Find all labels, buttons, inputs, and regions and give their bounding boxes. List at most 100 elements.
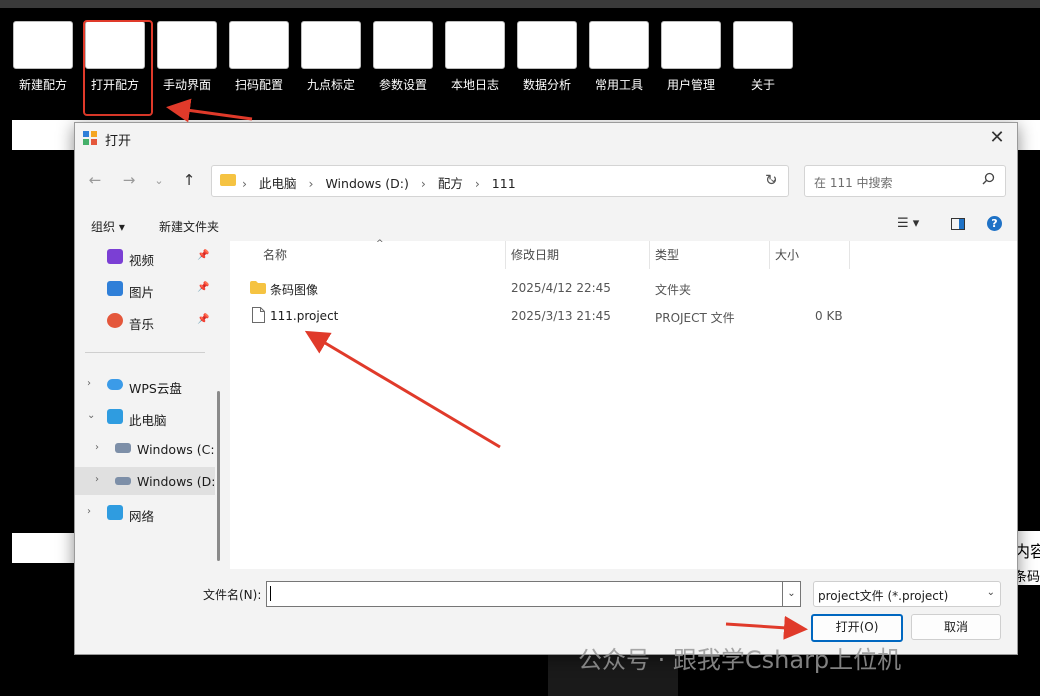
file-name: 条码图像 bbox=[270, 283, 319, 297]
command-bar: 组织 ▾ 新建文件夹 ☰ ▾ ? bbox=[75, 209, 1017, 239]
nav-item-label: 网络 bbox=[129, 509, 155, 524]
analysis-icon bbox=[517, 21, 577, 69]
new-recipe-button[interactable]: 新建配方 bbox=[13, 21, 73, 92]
file-row[interactable]: 条码图像 2025/4/12 22:45 文件夹 bbox=[230, 275, 1017, 301]
nav-item-pictures[interactable]: 图片 📌 bbox=[75, 275, 215, 303]
column-separator[interactable] bbox=[649, 241, 650, 269]
data-analysis-button[interactable]: 数据分析 bbox=[517, 21, 577, 92]
nav-item-videos[interactable]: 视频 📌 bbox=[75, 243, 215, 271]
filetype-select[interactable]: project文件 (*.project) ⌄ bbox=[813, 581, 1001, 607]
open-button[interactable]: 打开(O) bbox=[811, 614, 903, 642]
back-arrow-icon[interactable]: ← bbox=[85, 171, 105, 189]
file-type: 文件夹 bbox=[655, 283, 692, 297]
toolbar-item-label: 手动界面 bbox=[162, 78, 211, 92]
parameter-settings-button[interactable]: 参数设置 bbox=[373, 21, 433, 92]
organize-menu-button[interactable]: 组织 ▾ bbox=[91, 218, 125, 235]
expand-chevron-icon[interactable]: › bbox=[95, 442, 99, 453]
column-header-modified[interactable]: 修改日期 bbox=[511, 246, 559, 268]
user-management-button[interactable]: 用户管理 bbox=[661, 21, 721, 92]
navigation-row: ← → ⌄ ↑ › 此电脑 › Windows (D:) › 配方 › 111 … bbox=[75, 161, 1017, 201]
file-row[interactable]: 111.project 2025/3/13 21:45 PROJECT 文件 0… bbox=[230, 303, 1017, 329]
column-header-size[interactable]: 大小 bbox=[775, 246, 799, 268]
file-list: 名称 ^ 修改日期 类型 大小 条码图像 2025/4/12 22:45 文件夹… bbox=[230, 239, 1017, 569]
breadcrumb-separator: › bbox=[474, 176, 480, 191]
computer-icon bbox=[107, 409, 123, 424]
top-strip bbox=[0, 0, 1040, 8]
column-header-name[interactable]: 名称 bbox=[263, 246, 287, 268]
nav-item-label: 此电脑 bbox=[129, 413, 167, 428]
nav-item-drive-c[interactable]: › Windows (C: bbox=[75, 435, 215, 463]
expand-chevron-icon[interactable]: › bbox=[95, 474, 99, 485]
file-icon bbox=[252, 307, 265, 323]
view-options-icon[interactable]: ☰ ▾ bbox=[897, 216, 919, 231]
toolbar-item-label: 用户管理 bbox=[666, 78, 715, 92]
breadcrumb-item[interactable]: 配方 bbox=[438, 176, 463, 191]
column-separator[interactable] bbox=[849, 241, 850, 269]
filename-dropdown-icon[interactable]: ⌄ bbox=[782, 581, 801, 607]
address-bar[interactable]: › 此电脑 › Windows (D:) › 配方 › 111 ⌄ bbox=[211, 165, 789, 197]
nav-item-label: 视频 bbox=[129, 253, 155, 268]
music-icon bbox=[107, 313, 123, 328]
cancel-button[interactable]: 取消 bbox=[911, 614, 1001, 640]
refresh-icon[interactable]: ↻ bbox=[765, 171, 778, 189]
nav-item-drive-d[interactable]: › Windows (D:) bbox=[75, 467, 220, 495]
open-file-dialog: 打开 ✕ ← → ⌄ ↑ › 此电脑 › Windows (D:) › 配方 ›… bbox=[74, 122, 1018, 655]
column-separator[interactable] bbox=[505, 241, 506, 269]
column-separator[interactable] bbox=[769, 241, 770, 269]
recent-locations-chevron-icon[interactable]: ⌄ bbox=[149, 174, 169, 187]
search-box[interactable]: 在 111 中搜索 bbox=[804, 165, 1006, 197]
tools-icon bbox=[589, 21, 649, 69]
filetype-value: project文件 (*.project) bbox=[818, 589, 949, 603]
filename-label: 文件名(N): bbox=[203, 588, 262, 602]
help-icon[interactable]: ? bbox=[987, 216, 1002, 231]
file-size: 0 KB bbox=[815, 309, 843, 323]
scrollbar-thumb[interactable] bbox=[217, 391, 220, 561]
nav-item-this-pc[interactable]: ⌄ 此电脑 bbox=[75, 403, 215, 431]
nav-item-network[interactable]: › 网络 bbox=[75, 499, 215, 527]
log-icon bbox=[445, 21, 505, 69]
up-arrow-icon[interactable]: ↑ bbox=[179, 171, 199, 189]
network-icon bbox=[107, 505, 123, 520]
scan-config-button[interactable]: 扫码配置 bbox=[229, 21, 289, 92]
forward-arrow-icon[interactable]: → bbox=[119, 171, 139, 189]
breadcrumb-separator: › bbox=[420, 176, 426, 191]
column-header-type[interactable]: 类型 bbox=[655, 246, 679, 268]
pictures-icon bbox=[107, 281, 123, 296]
expand-chevron-icon[interactable]: › bbox=[87, 378, 91, 389]
nav-item-label: 音乐 bbox=[129, 317, 155, 332]
nav-item-music[interactable]: 音乐 📌 bbox=[75, 307, 215, 335]
folder-icon bbox=[250, 281, 266, 294]
filename-input[interactable] bbox=[266, 581, 798, 607]
toolbar-item-label: 九点标定 bbox=[306, 78, 355, 92]
nav-item-label: WPS云盘 bbox=[129, 381, 182, 396]
users-icon bbox=[661, 21, 721, 69]
local-log-button[interactable]: 本地日志 bbox=[445, 21, 505, 92]
video-icon bbox=[107, 249, 123, 264]
file-modified: 2025/3/13 21:45 bbox=[511, 309, 611, 323]
expand-chevron-icon[interactable]: › bbox=[87, 506, 91, 517]
close-icon[interactable]: ✕ bbox=[985, 128, 1009, 148]
drive-icon bbox=[115, 477, 131, 485]
nav-divider bbox=[85, 352, 205, 353]
collapse-chevron-icon[interactable]: ⌄ bbox=[87, 410, 95, 421]
background-lower-strip bbox=[12, 533, 74, 563]
watermark-text: 公众号 · 跟我学Csharp上位机 bbox=[578, 646, 902, 674]
manual-ui-button[interactable]: 手动界面 bbox=[157, 21, 217, 92]
pin-icon: 📌 bbox=[197, 250, 210, 261]
folder-icon bbox=[220, 174, 236, 186]
breadcrumb-item[interactable]: Windows (D:) bbox=[325, 176, 408, 191]
new-folder-button[interactable]: 新建文件夹 bbox=[159, 218, 219, 235]
toolbar-item-label: 数据分析 bbox=[522, 78, 571, 92]
search-icon bbox=[982, 172, 995, 185]
toolbar-item-label: 关于 bbox=[750, 78, 775, 92]
common-tools-button[interactable]: 常用工具 bbox=[589, 21, 649, 92]
preview-pane-icon[interactable] bbox=[951, 218, 965, 230]
nav-item-wps-cloud[interactable]: › WPS云盘 bbox=[75, 371, 215, 399]
about-button[interactable]: 关于 bbox=[733, 21, 793, 92]
file-modified: 2025/4/12 22:45 bbox=[511, 281, 611, 295]
toolbar-item-label: 本地日志 bbox=[450, 78, 499, 92]
nav-scrollbar[interactable] bbox=[215, 241, 223, 569]
nine-point-calibration-button[interactable]: 九点标定 bbox=[301, 21, 361, 92]
breadcrumb-item[interactable]: 此电脑 bbox=[259, 176, 297, 191]
breadcrumb-item[interactable]: 111 bbox=[492, 176, 516, 191]
